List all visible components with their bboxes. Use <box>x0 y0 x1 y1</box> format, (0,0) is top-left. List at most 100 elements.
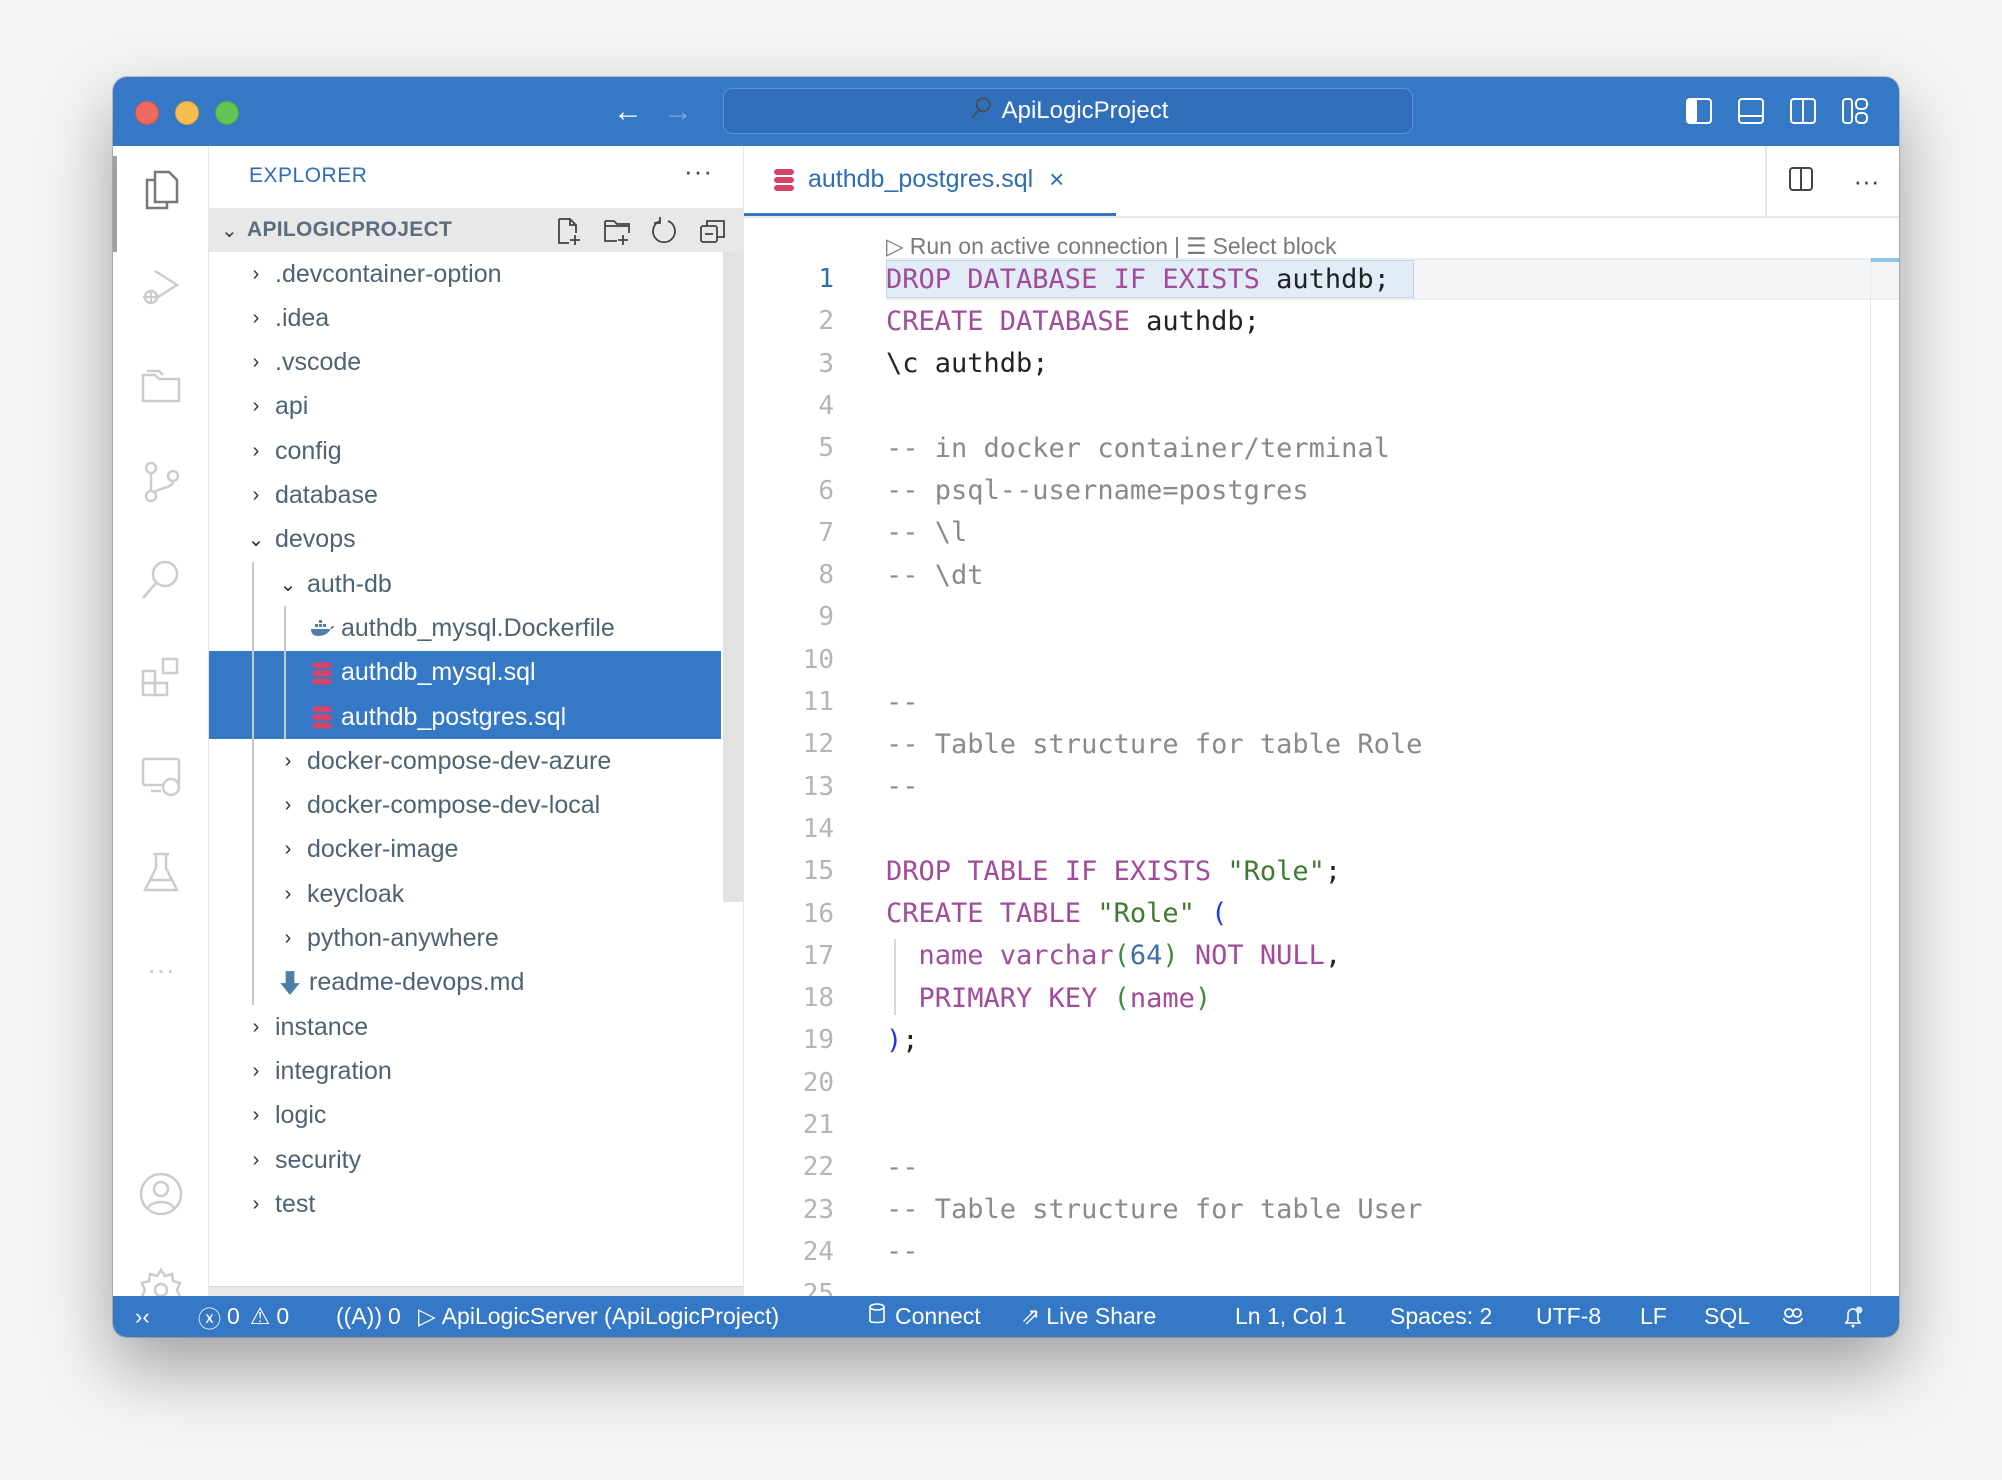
ports-count: 0 <box>387 1303 401 1329</box>
tree-file[interactable]: authdb_mysql.sql <box>209 650 721 695</box>
tree-item-label: instance <box>275 1012 369 1041</box>
tree-folder[interactable]: › docker-image <box>209 828 721 872</box>
tree-folder[interactable]: › keycloak <box>209 872 721 916</box>
code-line: 12 -- Table structure for table Role <box>744 723 1899 765</box>
live-share-button[interactable]: ⇗ Live Share <box>1021 1296 1156 1337</box>
error-count: 0 <box>227 1303 240 1329</box>
debug-target[interactable]: ▷ ApiLogicServer (ApiLogicProject) <box>418 1296 779 1337</box>
close-window-button[interactable] <box>135 101 159 125</box>
tree-folder[interactable]: › security <box>209 1138 721 1182</box>
select-block-link[interactable]: Select block <box>1213 233 1337 260</box>
new-file-icon[interactable] <box>553 215 585 247</box>
tree-folder[interactable]: › docker-compose-dev-local <box>209 784 721 828</box>
tree-folder[interactable]: › logic <box>209 1094 721 1138</box>
remote-indicator[interactable]: ›‹ <box>135 1296 150 1337</box>
code-token: 64 <box>1129 940 1163 972</box>
editor-more-actions-icon[interactable]: ··· <box>1854 166 1880 197</box>
tree-item-label: docker-compose-dev-local <box>307 791 601 820</box>
keyword-token: name <box>1129 982 1195 1014</box>
tree-folder[interactable]: › database <box>209 474 721 518</box>
indentation[interactable]: Spaces: 2 <box>1390 1296 1492 1337</box>
title-bar: ← → ApiLogicProject <box>113 77 1899 146</box>
refresh-icon[interactable] <box>649 215 681 247</box>
tree-folder[interactable]: › config <box>209 429 721 473</box>
comment-token: -- <box>886 686 919 718</box>
explorer-more-actions[interactable]: ··· <box>684 156 713 187</box>
project-section-header[interactable]: ⌄ APILOGICPROJECT <box>209 208 743 252</box>
tree-folder[interactable]: › test <box>209 1182 721 1226</box>
line-number: 9 <box>818 602 834 633</box>
explorer-icon[interactable] <box>135 164 187 216</box>
line-number: 16 <box>802 898 834 929</box>
minimize-window-button[interactable] <box>175 101 199 125</box>
connect-label: Connect <box>895 1303 981 1329</box>
accounts-icon[interactable] <box>135 1168 187 1220</box>
tree-file[interactable]: authdb_postgres.sql <box>209 695 721 739</box>
notifications-bell-icon[interactable] <box>1841 1296 1865 1337</box>
code-text: -- \l <box>886 517 967 548</box>
remote-explorer-icon[interactable] <box>135 749 187 801</box>
tree-folder[interactable]: › integration <box>209 1049 721 1093</box>
run-and-debug-icon[interactable] <box>135 261 187 313</box>
arrow-left-icon[interactable]: ← <box>613 95 643 129</box>
docker-icon <box>309 615 335 641</box>
chevron-right-icon: › <box>284 838 292 861</box>
code-text: DROP TABLE IF EXISTS "Role"; <box>886 856 1341 887</box>
debug-target-label: ApiLogicServer (ApiLogicProject) <box>441 1303 780 1329</box>
folders-icon[interactable] <box>135 359 187 411</box>
code-editor[interactable]: 1 DROP DATABASE IF EXISTS authdb; 2 CREATE … <box>744 258 1899 1296</box>
chevron-right-icon: › <box>284 927 292 949</box>
chevron-down-icon: ⌄ <box>247 529 265 552</box>
toggle-secondary-sidebar-icon[interactable] <box>1789 97 1817 125</box>
tree-folder[interactable]: ⌄ devops <box>209 518 721 562</box>
code-token: ( <box>1113 940 1130 972</box>
command-center-search[interactable]: ApiLogicProject <box>723 88 1413 134</box>
customize-layout-icon[interactable] <box>1841 97 1869 125</box>
split-editor-icon[interactable] <box>1787 165 1815 198</box>
zoom-window-button[interactable] <box>215 101 239 125</box>
end-of-line[interactable]: LF <box>1640 1296 1667 1337</box>
explorer-title: EXPLORER <box>249 164 368 187</box>
code-line: 2 CREATE DATABASE authdb; <box>744 300 1899 342</box>
copilot-icon[interactable] <box>1781 1296 1805 1337</box>
tree-file[interactable]: readme-devops.md <box>209 961 721 1005</box>
new-folder-icon[interactable] <box>601 215 633 247</box>
tree-folder[interactable]: › .idea <box>209 296 721 340</box>
tree-folder[interactable]: ⌄ auth-db <box>209 562 721 606</box>
explorer-scrollbar[interactable] <box>723 252 743 902</box>
search-icon[interactable] <box>135 554 187 606</box>
run-on-connection-link[interactable]: Run on active connection <box>910 233 1168 260</box>
testing-icon[interactable] <box>135 846 187 898</box>
source-control-icon[interactable] <box>135 456 187 508</box>
encoding[interactable]: UTF-8 <box>1536 1296 1601 1337</box>
indent-guide <box>894 938 896 1016</box>
editor-scrollbar[interactable] <box>1870 258 1899 1296</box>
tree-folder[interactable]: › instance <box>209 1005 721 1049</box>
collapse-all-icon[interactable] <box>697 215 729 247</box>
language-mode[interactable]: SQL <box>1704 1296 1750 1337</box>
code-text: -- <box>886 1236 919 1267</box>
cursor-position[interactable]: Ln 1, Col 1 <box>1235 1296 1346 1337</box>
arrow-right-icon[interactable]: → <box>663 95 693 129</box>
line-number: 11 <box>802 687 834 717</box>
problems-indicator[interactable]: ⓧ 0 ⚠ 0 <box>198 1296 289 1337</box>
tree-folder[interactable]: › docker-compose-dev-azure <box>209 739 721 783</box>
tab-authdb-postgres[interactable]: authdb_postgres.sql × <box>744 146 1116 216</box>
extensions-icon[interactable] <box>135 651 187 703</box>
toggle-panel-icon[interactable] <box>1737 97 1765 125</box>
tree-folder[interactable]: › python-anywhere <box>209 917 721 961</box>
code-text: -- psql--username=postgres <box>886 475 1309 506</box>
code-line: 4 <box>744 385 1899 427</box>
chevron-right-icon: › <box>284 882 292 905</box>
toggle-primary-sidebar-icon[interactable] <box>1685 97 1713 125</box>
connect-button[interactable]: Connect <box>865 1296 981 1337</box>
ports-indicator[interactable]: ((A)) 0 <box>336 1296 401 1337</box>
close-tab-icon[interactable]: × <box>1049 164 1064 195</box>
tree-file[interactable]: authdb_mysql.Dockerfile <box>209 606 721 650</box>
tree-folder[interactable]: › .vscode <box>209 341 721 385</box>
tree-item-label: test <box>275 1189 316 1218</box>
more-icon[interactable]: ··· <box>135 944 187 996</box>
tree-folder[interactable]: › .devcontainer-option <box>209 252 721 296</box>
tree-folder[interactable]: › api <box>209 385 721 429</box>
debug-icon: ▷ <box>418 1303 436 1329</box>
